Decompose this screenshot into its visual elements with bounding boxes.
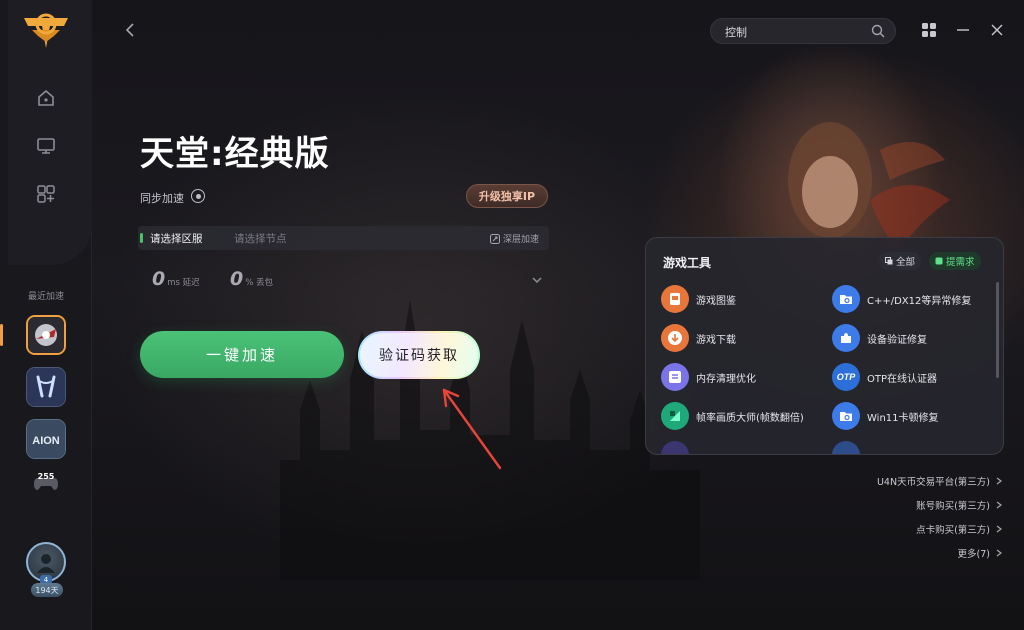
deep-accel-label: 深层加速: [502, 235, 539, 245]
sync-accel-toggle[interactable]: [191, 189, 205, 203]
rocket-icon: [489, 233, 500, 244]
game-icon: [27, 368, 65, 406]
user-icon: [37, 554, 55, 573]
upgrade-ip-button[interactable]: 升级独享IP: [466, 184, 548, 208]
accelerate-button[interactable]: 一键加速: [140, 331, 344, 378]
link-trade-platform[interactable]: U4N天币交易平台(第三方): [877, 474, 1002, 488]
sync-accel-label: 同步加速: [140, 192, 184, 205]
puzzle-icon: [832, 324, 860, 352]
latency-unit: ms 延迟: [167, 278, 200, 288]
recent-game-lineage[interactable]: [26, 315, 66, 355]
recent-label: 最近加速: [28, 292, 65, 302]
apps-grid-icon: [37, 185, 55, 203]
link-account-purchase[interactable]: 账号购买(第三方): [916, 498, 1002, 512]
link-more[interactable]: 更多(7): [958, 546, 1002, 560]
sidebar: 最近加速 AION 255 4 194天: [0, 0, 92, 630]
frame-icon: [661, 402, 689, 430]
nav-computer[interactable]: [30, 130, 62, 162]
chevron-right-icon: [996, 549, 1002, 557]
chevron-right-icon: [996, 501, 1002, 509]
region-selector[interactable]: 请选择区服 请选择节点 深层加速: [138, 226, 549, 250]
chevron-right-icon: [996, 477, 1002, 485]
tools-request-button[interactable]: 提需求: [929, 252, 981, 270]
tools-all-label: 全部: [896, 257, 916, 268]
folder-search-icon: [832, 285, 860, 313]
tool-otp-auth[interactable]: OTP OTP在线认证器: [832, 363, 937, 391]
verify-code-button[interactable]: 验证码获取: [360, 333, 478, 377]
nav-home[interactable]: [30, 82, 62, 114]
tool-memory-clean[interactable]: 内存清理优化: [661, 363, 756, 391]
chevron-down-icon[interactable]: [530, 274, 544, 286]
latency-value: 0: [152, 268, 166, 290]
monitor-icon: [37, 138, 55, 154]
search-input[interactable]: 控制: [725, 24, 747, 40]
svg-text:AION: AION: [32, 435, 60, 447]
tool-game-download[interactable]: 游戏下载: [661, 324, 736, 352]
tools-all-button[interactable]: 全部: [879, 252, 922, 270]
minimize-button[interactable]: [953, 20, 973, 40]
active-indicator: [0, 324, 3, 346]
minimize-icon: [957, 29, 969, 31]
tool-device-verify-fix[interactable]: 设备验证修复: [832, 324, 927, 352]
tools-scrollbar[interactable]: [996, 282, 999, 378]
app-logo[interactable]: [20, 12, 72, 52]
home-icon: [38, 89, 54, 106]
tool-win11-fix[interactable]: Win11卡顿修复: [832, 402, 939, 430]
grid-icon: [922, 23, 936, 37]
verify-code-button-frame[interactable]: 验证码获取: [358, 331, 480, 379]
back-button[interactable]: [120, 20, 140, 40]
link-card-purchase[interactable]: 点卡购买(第三方): [916, 522, 1002, 536]
otp-icon: OTP: [832, 363, 860, 391]
region-indicator: [140, 233, 143, 243]
nav-apps[interactable]: [30, 178, 62, 210]
tool-partial-icon: [832, 441, 860, 454]
gamepad-count: 255: [37, 472, 55, 481]
deep-accel-toggle[interactable]: 深层加速: [489, 232, 539, 245]
packet-loss-stat: 0 % 丢包: [230, 268, 273, 290]
recent-game-aion[interactable]: AION: [26, 419, 66, 459]
list-icon: [661, 363, 689, 391]
download-icon: [661, 324, 689, 352]
folder-search-icon: [832, 402, 860, 430]
recent-game-2[interactable]: [26, 367, 66, 407]
close-icon: [991, 24, 1003, 36]
tool-frame-master[interactable]: 帧率画质大师(帧数翻倍): [661, 402, 804, 430]
annotation-arrow: [442, 388, 502, 470]
close-button[interactable]: [987, 20, 1007, 40]
game-tools-panel: 游戏工具 全部 提需求 游戏图鉴 游戏下载 内存清理优化 帧率画质大师(帧数翻倍…: [645, 237, 1004, 455]
vip-days-badge: 194天: [31, 583, 63, 597]
latency-stat: 0 ms 延迟: [152, 268, 200, 290]
node-selector[interactable]: 请选择节点: [234, 231, 287, 246]
game-title: 天堂:经典版: [140, 134, 330, 174]
tool-partial-icon: [661, 441, 689, 454]
search-box[interactable]: 控制: [710, 18, 896, 44]
copy-icon: [885, 257, 893, 265]
region-label[interactable]: 请选择区服: [150, 231, 203, 246]
chevron-right-icon: [996, 525, 1002, 533]
search-icon[interactable]: [871, 24, 885, 38]
loss-unit: % 丢包: [245, 278, 274, 288]
gamepad-badge[interactable]: 255: [33, 472, 59, 492]
lineage-game-icon: [28, 317, 64, 353]
apps-button[interactable]: [919, 20, 939, 40]
edit-icon: [935, 257, 943, 265]
aion-game-icon: AION: [27, 420, 65, 458]
tools-title: 游戏工具: [663, 256, 712, 270]
tool-dx-fix[interactable]: C++/DX12等异常修复: [832, 285, 971, 313]
tools-request-label: 提需求: [946, 257, 975, 268]
chevron-left-icon: [125, 23, 134, 37]
tool-game-guide[interactable]: 游戏图鉴: [661, 285, 736, 313]
loss-value: 0: [230, 268, 244, 290]
book-icon: [661, 285, 689, 313]
